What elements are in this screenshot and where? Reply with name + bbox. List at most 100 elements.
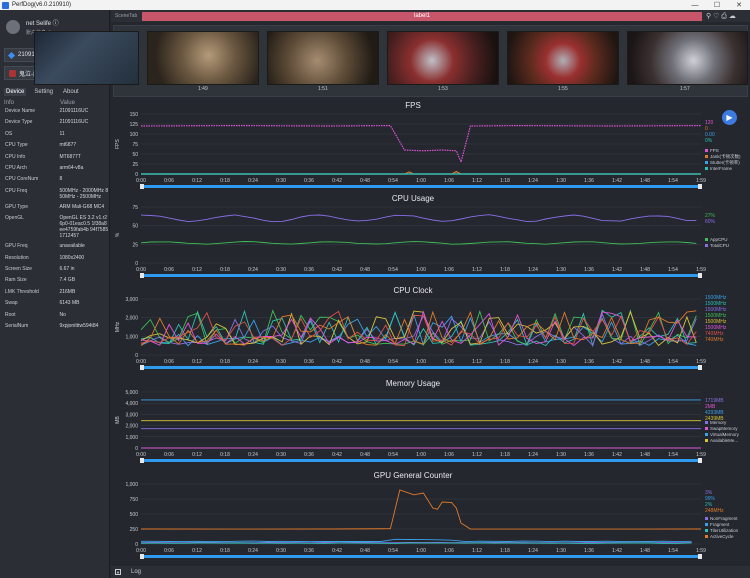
- charts-area: ▶ FPS 0 25 50 75 100 125 150 FPS 0:00 0:06 0:12 0:18…: [113, 100, 749, 565]
- info-key: Root: [5, 311, 16, 318]
- play-button[interactable]: ▶: [722, 110, 737, 125]
- screenshot-thumbnail[interactable]: [507, 31, 619, 85]
- y-tick-label: 75: [132, 205, 138, 211]
- y-tick-label: 3,000: [125, 297, 138, 303]
- y-tick-label: 50: [132, 152, 138, 158]
- x-tick-label: 0:00: [136, 548, 146, 554]
- scene-toolbar-icons[interactable]: ⚲ ♡ ⎙ ☁: [706, 12, 736, 21]
- x-tick-label: 1:59: [696, 178, 706, 184]
- x-tick-label: 0:30: [276, 452, 286, 458]
- info-row: Root No: [0, 310, 109, 321]
- x-tick-label: 0:06: [164, 178, 174, 184]
- info-row: CPU Freq 500MHz - 2000MHz 850MHz - 2500MH…: [0, 186, 109, 202]
- tab-about[interactable]: About: [61, 88, 81, 96]
- minimize-button[interactable]: —: [684, 0, 706, 10]
- x-tick-label: 1:36: [584, 359, 594, 365]
- x-tick-label: 1:06: [444, 359, 454, 365]
- screenshot-time: 1:55: [558, 86, 568, 92]
- info-row: Device Name 21091116UC: [0, 106, 109, 117]
- info-value: OpenGL ES 3.2 v1.r26p0-01eac0.5 1f38a8ee…: [59, 215, 109, 240]
- legend-value: 60%: [705, 219, 716, 225]
- legend-series-name: InterFrame: [710, 166, 733, 171]
- x-tick-label: 1:06: [444, 548, 454, 554]
- y-axis-label: MB: [115, 416, 121, 424]
- x-tick-label: 0:06: [164, 452, 174, 458]
- y-axis-label: MHz: [115, 321, 121, 332]
- log-label[interactable]: Log: [131, 569, 141, 575]
- time-range-slider: [141, 274, 701, 277]
- legend-series-name: Stutter(卡顿率): [710, 159, 740, 166]
- close-button[interactable]: ✕: [728, 0, 750, 10]
- x-tick-label: 1:54: [668, 548, 678, 554]
- legend-series-name: SwapMemory: [710, 426, 738, 431]
- maximize-button[interactable]: ☐: [706, 0, 728, 10]
- legend-swatch: [705, 155, 708, 158]
- x-tick-label: 1:12: [472, 359, 482, 365]
- screenshot-thumbnail[interactable]: [267, 31, 379, 85]
- x-tick-label: 1:54: [668, 267, 678, 273]
- info-key: OS: [5, 130, 13, 137]
- legend-value: 248MHz: [705, 508, 724, 514]
- x-tick-label: 0:36: [304, 452, 314, 458]
- info-row: Ram Size 7.4 GB: [0, 275, 109, 286]
- x-tick-label: 1:00: [416, 548, 426, 554]
- x-tick-label: 1:36: [584, 548, 594, 554]
- x-tick-label: 1:18: [500, 452, 510, 458]
- y-tick-label: 50: [132, 224, 138, 230]
- x-tick-label: 1:12: [472, 178, 482, 184]
- info-value: 6143 MB: [59, 300, 80, 307]
- chart-title: CPU Usage: [392, 194, 435, 203]
- info-row: CPU Type mt6877: [0, 140, 109, 151]
- legend-swatch: [705, 433, 708, 436]
- y-tick-label: 4,000: [125, 401, 138, 407]
- x-tick-label: 0:00: [136, 452, 146, 458]
- x-tick-label: 0:54: [388, 548, 398, 554]
- avatar[interactable]: [6, 20, 20, 34]
- slider-handle-left: [140, 365, 144, 370]
- tab-setting[interactable]: Setting: [32, 88, 55, 96]
- x-tick-label: 0:00: [136, 178, 146, 184]
- screenshot-thumbnail[interactable]: [387, 31, 499, 85]
- screenshot-thumbnail[interactable]: [147, 31, 259, 85]
- screenshot-thumbnail[interactable]: [34, 31, 139, 85]
- info-row: LMK Threshold 216MB: [0, 287, 109, 298]
- x-tick-label: 1:59: [696, 548, 706, 554]
- x-tick-label: 0:24: [248, 548, 258, 554]
- x-tick-label: 1:59: [696, 452, 706, 458]
- x-tick-label: 1:18: [500, 359, 510, 365]
- x-tick-label: 1:36: [584, 452, 594, 458]
- legend-series-name: ActiveCycle: [710, 534, 734, 539]
- slider-handle-right: [698, 184, 702, 189]
- x-tick-label: 0:12: [192, 267, 202, 273]
- info-row: Device Type 21091116UC: [0, 117, 109, 128]
- x-tick-label: 0:24: [248, 359, 258, 365]
- performance-charts[interactable]: FPS0255075100125150FPS0:00 0:06 0:12 0:18 0:…: [113, 100, 749, 565]
- y-tick-label: 500: [130, 512, 139, 518]
- y-axis-label: FPS: [115, 138, 121, 148]
- tab-device[interactable]: Device: [4, 88, 27, 96]
- info-value: 8: [59, 176, 63, 183]
- info-key: CPU Arch: [5, 165, 27, 172]
- x-tick-label: 0:24: [248, 178, 258, 184]
- legend-value: 0%: [705, 138, 713, 144]
- screenshot-thumbnail[interactable]: [627, 31, 748, 85]
- x-tick-label: 0:30: [276, 359, 286, 365]
- info-key: Swap: [5, 300, 18, 307]
- x-tick-label: 1:48: [640, 452, 650, 458]
- slider-handle-right: [698, 273, 702, 278]
- legend-series-name: Memory: [710, 420, 727, 425]
- x-tick-label: 1:36: [584, 178, 594, 184]
- scene-label-bar[interactable]: label1: [142, 11, 702, 21]
- scene-tab-label: SceneTab: [115, 13, 138, 19]
- slider-handle-left: [140, 184, 144, 189]
- slider-handle-right: [698, 554, 702, 559]
- info-value: unavailable: [59, 243, 85, 250]
- info-key: CPU Info: [5, 153, 26, 160]
- x-tick-label: 1:48: [640, 548, 650, 554]
- x-tick-label: 1:48: [640, 359, 650, 365]
- info-value: 1080x2400: [59, 254, 85, 261]
- info-row: GPU Freq unavailable: [0, 241, 109, 252]
- log-toggle-checkbox[interactable]: ▼: [115, 569, 121, 575]
- sidebar: net Selife ⓘ 账户信息 ⚙ 21091116UC ↺ ✉ ▼ 鬼泣-…: [0, 10, 110, 578]
- screenshot-strip[interactable]: 1:49 1:51 1:53 1:55 1:57: [34, 25, 748, 97]
